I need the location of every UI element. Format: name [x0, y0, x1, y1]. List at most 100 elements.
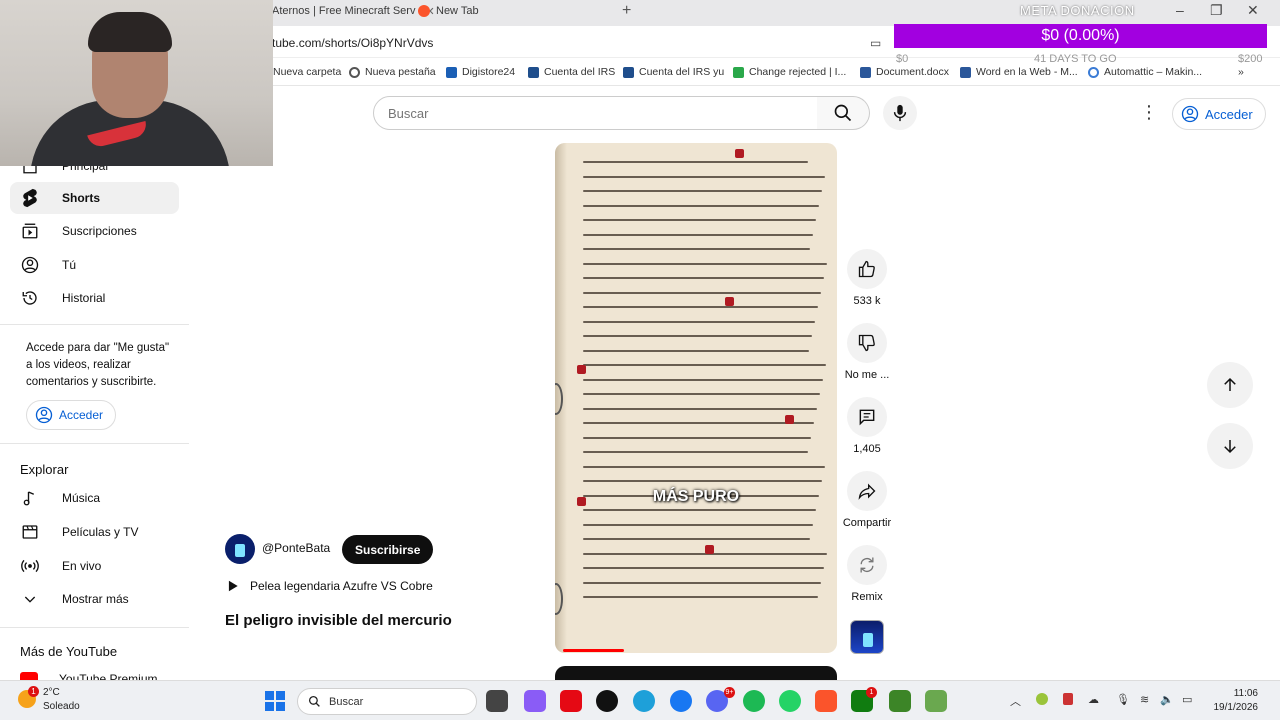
bookmarks-overflow-icon[interactable]: »	[1238, 66, 1244, 78]
thumbs-down-icon	[858, 334, 875, 352]
sidebar-divider	[0, 443, 189, 444]
signin-button[interactable]: Acceder	[1172, 98, 1266, 130]
bookmark-word-web[interactable]: Word en la Web - M...	[960, 66, 1078, 78]
sidebar-item-mostrar-mas[interactable]: Mostrar más	[10, 583, 179, 615]
like-button[interactable]	[847, 249, 887, 289]
account-icon	[35, 406, 53, 424]
share-button[interactable]	[847, 471, 887, 511]
manuscript-line	[583, 175, 825, 178]
word-icon	[960, 66, 971, 78]
next-short-preview[interactable]	[555, 666, 837, 680]
bookmark-cuenta-irs[interactable]: Cuenta del IRS	[528, 66, 615, 78]
bookmark-label: Cuenta del IRS yu	[639, 66, 725, 78]
share-action[interactable]: Compartir	[841, 471, 893, 529]
dislike-action[interactable]: No me ...	[841, 323, 893, 381]
tab-aternos[interactable]: Aternos | Free Minecraft Serv ✕	[272, 0, 435, 22]
more-options-icon[interactable]: ⋮	[1140, 102, 1158, 123]
minecraft-launcher-icon[interactable]	[925, 690, 947, 712]
previous-short-button[interactable]	[1207, 362, 1253, 408]
like-action[interactable]: 533 k	[841, 249, 893, 307]
sidebar-signin-button[interactable]: Acceder	[26, 400, 117, 430]
sidebar-item-musica[interactable]: Música	[10, 482, 179, 514]
search-button[interactable]	[817, 96, 870, 130]
sidebar-item-suscripciones[interactable]: Suscripciones	[10, 215, 179, 247]
weather-temperature[interactable]: 2°C	[43, 687, 60, 698]
wifi-icon[interactable]: ≋	[1140, 693, 1149, 706]
subscribe-button[interactable]: Suscribirse	[342, 535, 434, 564]
dislike-button[interactable]	[847, 323, 887, 363]
comments-button[interactable]	[847, 397, 887, 437]
file-explorer-icon[interactable]	[486, 690, 508, 712]
edge-icon[interactable]	[633, 690, 655, 712]
messenger-icon[interactable]	[670, 690, 692, 712]
manuscript-line	[583, 596, 818, 598]
maximize-icon[interactable]: ❐	[1210, 2, 1223, 19]
netflix-icon[interactable]	[560, 690, 582, 712]
video-progress-bar[interactable]	[563, 649, 624, 652]
new-tab-button[interactable]: +	[622, 2, 631, 20]
minecraft-icon[interactable]	[889, 690, 911, 712]
windows-start-icon[interactable]	[265, 691, 285, 711]
volume-icon[interactable]: 🔈	[1160, 693, 1174, 706]
sidebar-item-label: Suscripciones	[62, 224, 137, 238]
tray-overflow-icon[interactable]: ︿	[1010, 693, 1021, 709]
sidebar-item-en-vivo[interactable]: En vivo	[10, 550, 179, 582]
sidebar-item-tu[interactable]: Tú	[10, 249, 179, 281]
windows-taskbar: 1 2°C Soleado Buscar 9+ 1 ︿ ☁ 🎙 ≋ 🔈 ▭ 11…	[0, 680, 1280, 720]
youtube-premium-icon	[20, 672, 38, 680]
manuscript-line	[583, 364, 826, 366]
donation-days: 41 DAYS TO GO	[1034, 53, 1117, 65]
spotify-icon[interactable]	[743, 690, 765, 712]
weather-condition[interactable]: Soleado	[43, 701, 80, 712]
search-input[interactable]	[373, 96, 818, 130]
microphone-icon[interactable]: 🎙	[1116, 693, 1130, 706]
bookmark-nueva-pestana[interactable]: Nueva pestaña	[349, 66, 436, 78]
system-clock[interactable]: 11:06 19/1/2026	[1210, 687, 1259, 715]
channel-handle[interactable]: @PonteBata	[262, 541, 330, 555]
bookmark-change-rejected[interactable]: Change rejected | I...	[733, 66, 846, 78]
sidebar-item-historial[interactable]: Historial	[10, 282, 179, 314]
donation-min: $0	[896, 53, 909, 65]
remix-action[interactable]: Remix	[841, 545, 893, 603]
voice-search-button[interactable]	[883, 96, 917, 130]
discord-badge: 9+	[724, 687, 735, 698]
short-video-player[interactable]: MÁS PURO	[555, 143, 837, 653]
manuscript-line	[583, 567, 824, 569]
close-window-icon[interactable]: ✕	[1247, 2, 1259, 19]
sidebar-item-peliculas[interactable]: Películas y TV	[10, 516, 179, 548]
battery-icon[interactable]: ▭	[1182, 693, 1192, 706]
taskbar-search[interactable]: Buscar	[297, 688, 477, 715]
channel-avatar[interactable]	[225, 534, 255, 564]
playlist-link[interactable]: Pelea legendaria Azufre VS Cobre	[226, 579, 433, 593]
bookmark-cuenta-irs-yu[interactable]: Cuenta del IRS yu	[623, 66, 724, 78]
brave-icon[interactable]	[815, 690, 837, 712]
bookmark-digistore24[interactable]: Digistore24	[446, 66, 515, 78]
bookmark-label: Nueva pestaña	[365, 66, 436, 78]
xbox-badge: 1	[866, 687, 877, 698]
sidebar-item-youtube-premium[interactable]: YouTube Premium	[10, 670, 179, 680]
tab-new-tab[interactable]: New Tab	[418, 0, 479, 22]
tray-app-icon[interactable]	[1063, 693, 1073, 705]
sidebar-item-shorts[interactable]: Shorts	[10, 182, 179, 214]
manuscript-line	[583, 523, 813, 526]
tiktok-icon[interactable]	[596, 690, 618, 712]
bookmark-label: Document.docx	[876, 66, 949, 78]
minimize-icon[interactable]: –	[1176, 2, 1184, 18]
sound-thumbnail[interactable]	[850, 620, 884, 654]
comments-action[interactable]: 1,405	[841, 397, 893, 455]
tray-app-icon[interactable]	[1036, 693, 1048, 705]
cast-icon[interactable]: ▭	[870, 36, 881, 50]
manuscript-line	[583, 262, 827, 265]
copilot-icon[interactable]	[524, 690, 546, 712]
bookmark-document-docx[interactable]: Document.docx	[860, 66, 949, 78]
next-short-button[interactable]	[1207, 423, 1253, 469]
bookmark-automattic[interactable]: Automattic – Makin...	[1088, 66, 1202, 78]
manuscript-red-mark	[725, 297, 734, 306]
video-title[interactable]: El peligro invisible del mercurio	[225, 612, 452, 629]
remix-label: Remix	[851, 591, 883, 603]
url-text[interactable]: tube.com/shorts/Oi8pYNrVdvs	[272, 36, 433, 50]
onedrive-icon[interactable]: ☁	[1088, 693, 1099, 706]
signin-prompt: Accede para dar "Me gusta" a los videos,…	[26, 342, 170, 388]
remix-button[interactable]	[847, 545, 887, 585]
whatsapp-icon[interactable]	[779, 690, 801, 712]
